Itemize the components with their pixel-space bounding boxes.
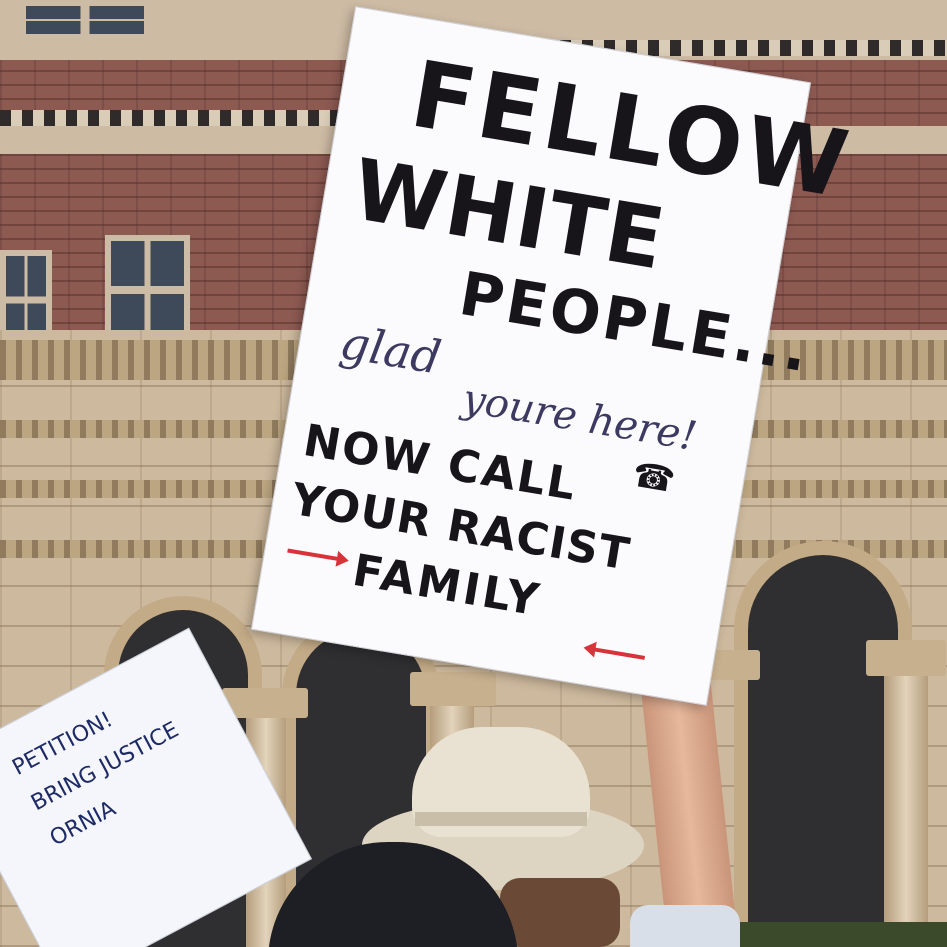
column-3 [884, 676, 928, 947]
sun-hat-band [415, 812, 587, 826]
shirt-sleeve [630, 905, 740, 947]
checker-band-left [0, 110, 360, 126]
hair [500, 878, 620, 947]
photo-scene: FELLOW WHITE PEOPLE... glad youre here! … [0, 0, 947, 947]
phone-icon: ☎ [629, 455, 678, 501]
window-center [105, 235, 190, 345]
window-top [20, 0, 150, 40]
hedge [740, 922, 947, 947]
arrow-right-icon [287, 548, 340, 562]
sign-script-glad: glad [336, 314, 445, 385]
arrow-left-icon [593, 647, 646, 660]
arch-right [748, 555, 898, 947]
column-capital-3 [866, 640, 946, 676]
column-capital-2 [410, 672, 496, 706]
